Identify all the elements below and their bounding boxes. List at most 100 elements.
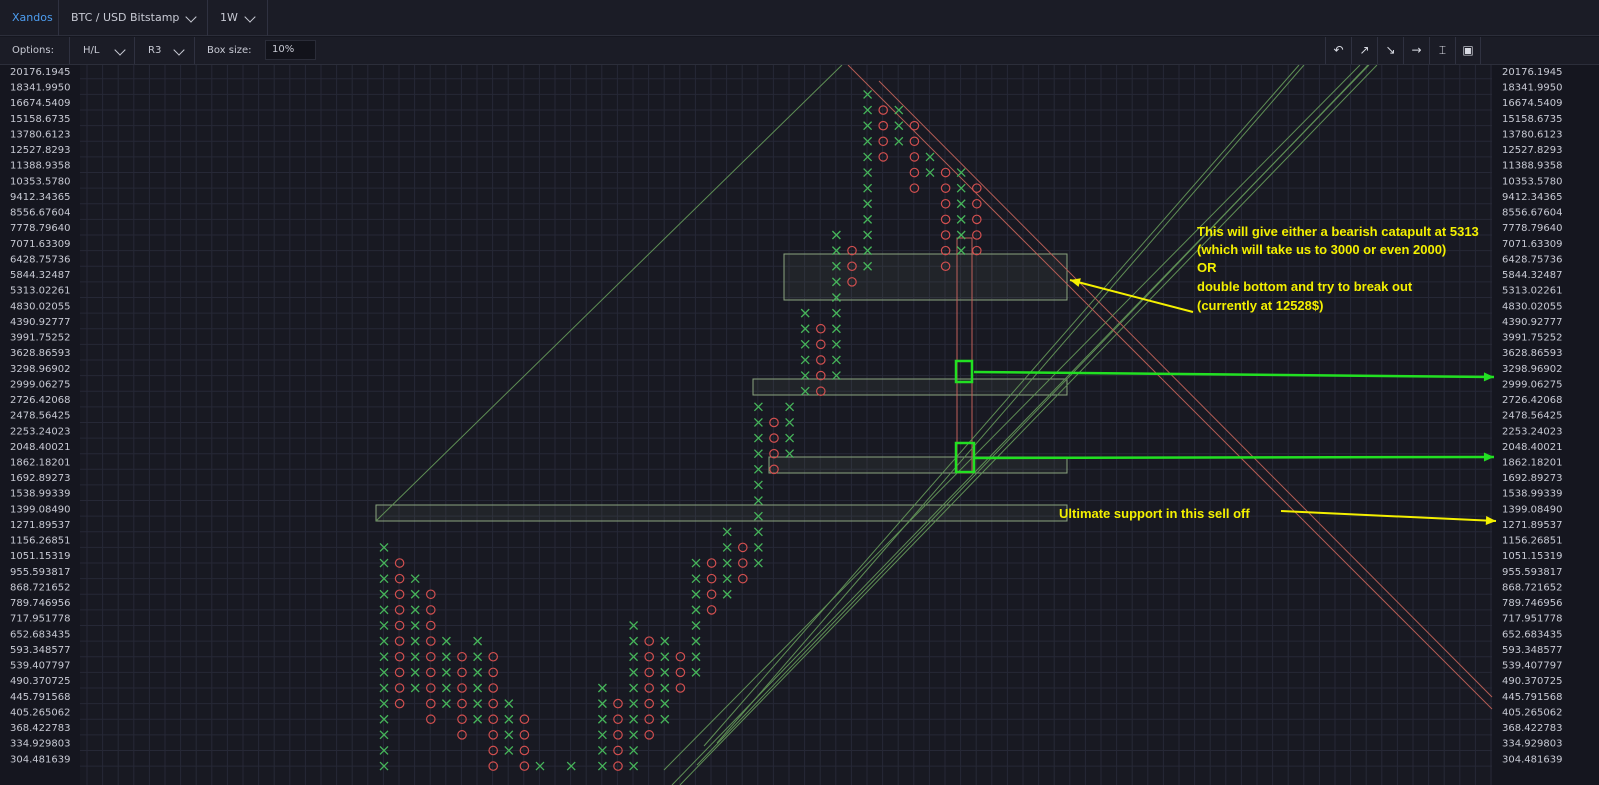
price-label-right: 490.370725 — [1502, 676, 1562, 687]
price-label-right: 1692.89273 — [1502, 473, 1562, 484]
price-label-left: 1156.26851 — [10, 536, 70, 547]
price-label-left: 1399.08490 — [10, 504, 70, 515]
price-label-left: 4830.02055 — [10, 301, 70, 312]
price-label-right: 789.746956 — [1502, 598, 1562, 609]
price-label-right: 6428.75736 — [1502, 254, 1562, 265]
price-label-left: 18341.9950 — [10, 83, 70, 94]
price-label-right: 12527.8293 — [1502, 145, 1562, 156]
price-label-left: 15158.6735 — [10, 114, 70, 125]
price-label-right: 4390.92777 — [1502, 317, 1562, 328]
price-label-right: 2999.06275 — [1502, 379, 1562, 390]
price-label-right: 7071.63309 — [1502, 239, 1562, 250]
source-selector[interactable]: H/L — [70, 37, 135, 64]
undo-icon[interactable]: ↶ — [1325, 37, 1351, 64]
price-label-right: 10353.5780 — [1502, 176, 1562, 187]
price-label-right: 5313.02261 — [1502, 286, 1562, 297]
options-toolbar: Options: H/L R3 Box size: 10% ↶ ↗ ↘ → ⌶ … — [0, 37, 1599, 65]
price-label-right: 405.265062 — [1502, 707, 1562, 718]
price-label-left: 2478.56425 — [10, 411, 70, 422]
price-label-right: 2478.56425 — [1502, 411, 1562, 422]
price-label-right: 2253.24023 — [1502, 426, 1562, 437]
symbol-selector[interactable]: BTC / USD Bitstamp — [59, 0, 208, 36]
box-size-label: Box size: — [207, 45, 252, 56]
price-label-left: 334.929803 — [10, 739, 70, 750]
price-label-left: 5844.32487 — [10, 270, 70, 281]
resolution-label: 1W — [220, 11, 238, 24]
price-label-left: 12527.8293 — [10, 145, 70, 156]
price-label-left: 593.348577 — [10, 645, 70, 656]
price-label-left: 2726.42068 — [10, 395, 70, 406]
support-zone-box — [768, 456, 1068, 474]
annotation-current: (currently at 12528$) — [1197, 298, 1324, 313]
support-zone-box — [783, 253, 1068, 301]
price-label-right: 2048.40021 — [1502, 442, 1562, 453]
ray-up-icon[interactable]: ↗ — [1351, 37, 1377, 64]
price-label-left: 2999.06275 — [10, 379, 70, 390]
price-label-right: 16674.5409 — [1502, 98, 1562, 109]
chevron-down-icon — [244, 11, 256, 23]
price-label-left: 5313.02261 — [10, 286, 70, 297]
price-label-right: 1862.18201 — [1502, 458, 1562, 469]
price-label-left: 7778.79640 — [10, 223, 70, 234]
price-label-right: 368.422783 — [1502, 723, 1562, 734]
price-label-right: 13780.6123 — [1502, 129, 1562, 140]
price-label-left: 9412.34365 — [10, 192, 70, 203]
price-label-left: 13780.6123 — [10, 129, 70, 140]
screenshot-icon[interactable]: ▣ — [1455, 37, 1481, 64]
annotation-support: Ultimate support in this sell off — [1059, 506, 1250, 521]
price-label-left: 789.746956 — [10, 598, 70, 609]
price-label-left: 8556.67604 — [10, 208, 70, 219]
price-label-right: 1271.89537 — [1502, 520, 1562, 531]
annotation-double-bottom: double bottom and try to break out — [1197, 279, 1413, 294]
price-label-left: 1692.89273 — [10, 473, 70, 484]
price-label-left: 6428.75736 — [10, 254, 70, 265]
support-zone-box — [375, 504, 1068, 522]
user-name[interactable]: Xandos — [0, 0, 59, 36]
price-label-right: 1538.99339 — [1502, 489, 1562, 500]
price-label-left: 1538.99339 — [10, 489, 70, 500]
price-label-left: 10353.5780 — [10, 176, 70, 187]
price-label-right: 717.951778 — [1502, 614, 1562, 625]
measure-icon[interactable]: ⌶ — [1429, 37, 1455, 64]
price-label-right: 1399.08490 — [1502, 504, 1562, 515]
price-label-left: 717.951778 — [10, 614, 70, 625]
horizontal-ray-icon[interactable]: → — [1403, 37, 1429, 64]
price-label-right: 2726.42068 — [1502, 395, 1562, 406]
price-label-left: 2253.24023 — [10, 426, 70, 437]
resolution-selector[interactable]: 1W — [208, 0, 268, 36]
price-label-left: 405.265062 — [10, 707, 70, 718]
price-label-right: 652.683435 — [1502, 629, 1562, 640]
price-label-right: 539.407797 — [1502, 661, 1562, 672]
price-label-right: 3298.96902 — [1502, 364, 1562, 375]
top-toolbar: Xandos BTC / USD Bitstamp 1W — [0, 0, 1599, 36]
price-label-right: 5844.32487 — [1502, 270, 1562, 281]
price-label-left: 490.370725 — [10, 676, 70, 687]
price-label-left: 3298.96902 — [10, 364, 70, 375]
box-size-input[interactable]: 10% — [265, 40, 316, 60]
reversal-label: R3 — [148, 45, 162, 56]
price-label-right: 8556.67604 — [1502, 208, 1562, 219]
price-label-right: 7778.79640 — [1502, 223, 1562, 234]
price-label-left: 539.407797 — [10, 661, 70, 672]
ray-down-icon[interactable]: ↘ — [1377, 37, 1403, 64]
price-label-right: 3628.86593 — [1502, 348, 1562, 359]
price-label-right: 18341.9950 — [1502, 83, 1562, 94]
price-label-right: 1051.15319 — [1502, 551, 1562, 562]
price-label-left: 4390.92777 — [10, 317, 70, 328]
price-label-left: 11388.9358 — [10, 161, 70, 172]
price-label-left: 7071.63309 — [10, 239, 70, 250]
price-label-right: 20176.1945 — [1502, 67, 1562, 78]
price-label-left: 3628.86593 — [10, 348, 70, 359]
symbol-label: BTC / USD Bitstamp — [71, 11, 180, 24]
price-label-left: 368.422783 — [10, 723, 70, 734]
price-label-right: 11388.9358 — [1502, 161, 1562, 172]
pnf-chart[interactable]: 20176.1945 20176.1945 18341.9950 18341.9950… — [0, 65, 1599, 785]
price-label-right: 304.481639 — [1502, 754, 1562, 765]
chevron-down-icon — [173, 44, 185, 56]
reversal-selector[interactable]: R3 — [135, 37, 195, 64]
price-label-left: 3991.75252 — [10, 333, 70, 344]
price-label-right: 15158.6735 — [1502, 114, 1562, 125]
chevron-down-icon — [114, 44, 126, 56]
price-label-left: 868.721652 — [10, 582, 70, 593]
price-label-right: 334.929803 — [1502, 739, 1562, 750]
